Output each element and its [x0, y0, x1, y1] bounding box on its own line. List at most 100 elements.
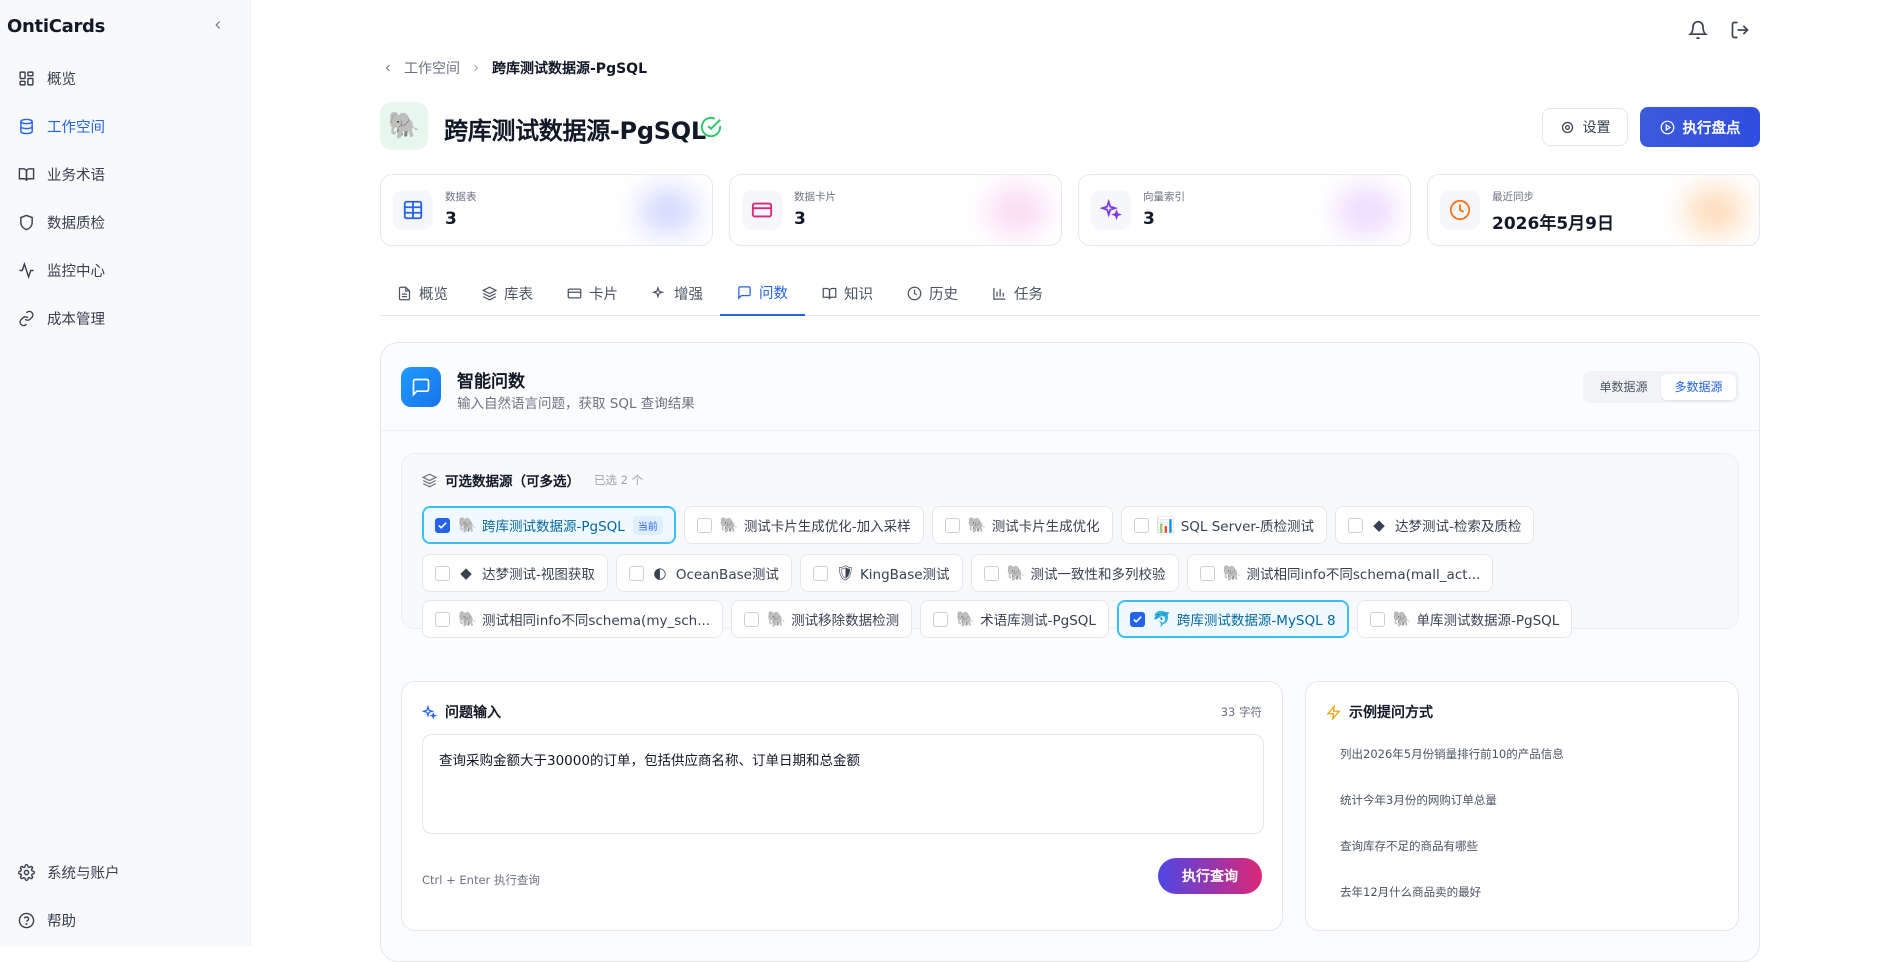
- stat-value: 3: [1143, 209, 1155, 229]
- page-title: 跨库测试数据源-PgSQL: [444, 117, 706, 145]
- sidebar-item-monitor[interactable]: 监控中心: [0, 252, 241, 288]
- sidebar-item-workspace[interactable]: 工作空间: [0, 108, 241, 144]
- checkbox[interactable]: [933, 611, 949, 627]
- selected-count: 已选 2 个: [594, 473, 644, 487]
- datasource-type-icon: 🐘: [1222, 564, 1242, 582]
- chat-icon: [737, 285, 752, 300]
- back-chevron-icon[interactable]: [382, 62, 394, 74]
- tab-enhance[interactable]: 增强: [635, 270, 720, 316]
- stat-card-tables: 数据表 3: [380, 174, 713, 246]
- sidebar-item-help[interactable]: 帮助: [0, 902, 241, 938]
- mode-multi-button[interactable]: 多数据源: [1661, 374, 1736, 400]
- datasource-type-icon: 🐘: [1392, 610, 1412, 628]
- tab-history[interactable]: 历史: [890, 270, 975, 316]
- stat-label: 向量索引: [1143, 191, 1185, 203]
- stat-card-cards: 数据卡片 3: [729, 174, 1062, 246]
- question-textarea[interactable]: 查询采购金额大于30000的订单，包括供应商名称、订单日期和总金额: [422, 734, 1264, 834]
- checkbox[interactable]: [696, 517, 712, 533]
- sidebar-nav: 概览 工作空间 业务术语 数据质检 监控中心 成本管理: [0, 60, 251, 348]
- card-icon: [742, 190, 782, 230]
- char-count: 33 字符: [1220, 705, 1262, 719]
- collapse-sidebar-button[interactable]: [211, 18, 225, 32]
- checkbox[interactable]: [744, 611, 760, 627]
- table-icon: [393, 190, 433, 230]
- datasource-chip[interactable]: 🐘 测试一致性和多列校验: [970, 554, 1179, 592]
- checkbox[interactable]: [944, 517, 960, 533]
- card-icon: [567, 286, 582, 301]
- examples-card: 示例提问方式 列出2026年5月份销量排行前10的产品信息 统计今年3月份的网购…: [1305, 681, 1739, 931]
- settings-button-label: 设置: [1582, 120, 1611, 136]
- datasource-chip[interactable]: 🐘 术语库测试-PgSQL: [920, 600, 1109, 638]
- datasource-label: 测试相同info不同schema(mall_act...: [1246, 567, 1481, 583]
- checkbox[interactable]: [1369, 611, 1385, 627]
- checkbox[interactable]: [983, 565, 999, 581]
- checkbox[interactable]: [628, 565, 644, 581]
- datasource-label: 测试卡片生成优化: [991, 519, 1100, 535]
- datasource-chip[interactable]: 📊 SQL Server-质检测试: [1120, 506, 1327, 544]
- checkbox[interactable]: [435, 611, 450, 627]
- checkbox[interactable]: [1133, 517, 1149, 533]
- brand-logo: OntiCards: [7, 16, 106, 37]
- sidebar-item-cost[interactable]: 成本管理: [0, 300, 241, 336]
- settings-button[interactable]: 设置: [1542, 108, 1628, 146]
- tab-cards[interactable]: 卡片: [550, 270, 635, 316]
- datasource-type-icon: 🐘: [767, 610, 786, 628]
- datasource-chip[interactable]: 🐘 测试卡片生成优化: [931, 506, 1113, 544]
- stats-row: 数据表 3 数据卡片 3 向量索引 3 最近同步 2026年5月9日: [380, 174, 1760, 246]
- mode-single-button[interactable]: 单数据源: [1586, 374, 1661, 400]
- sparkle-icon: [422, 704, 437, 720]
- datasource-chip[interactable]: ◆ 达梦测试-检索及质检: [1334, 506, 1535, 544]
- execute-query-button[interactable]: 执行查询: [1158, 858, 1262, 894]
- sidebar-item-label: 系统与账户: [47, 865, 120, 882]
- datasource-chip[interactable]: ◆ 达梦测试-视图获取: [422, 554, 608, 592]
- sidebar-item-quality[interactable]: 数据质检: [0, 204, 241, 240]
- datasource-label: 达梦测试-检索及质检: [1394, 519, 1522, 535]
- run-inventory-button[interactable]: 执行盘点: [1640, 107, 1760, 147]
- datasource-chip[interactable]: 🐘 测试相同info不同schema(my_sch...: [422, 600, 724, 638]
- datasource-chip[interactable]: 🐘 测试卡片生成优化-加入采样: [683, 506, 924, 544]
- datasource-chip[interactable]: 🐘 跨库测试数据源-PgSQL 当前: [422, 506, 676, 544]
- tab-overview[interactable]: 概览: [380, 270, 465, 316]
- checkbox-checked[interactable]: [435, 517, 450, 533]
- example-item[interactable]: 去年12月什么商品卖的最好: [1340, 884, 1564, 930]
- tab-tables[interactable]: 库表: [465, 270, 550, 316]
- logout-icon[interactable]: [1730, 20, 1750, 40]
- bar-chart-icon: [992, 286, 1007, 301]
- datasource-chip[interactable]: 🐬 跨库测试数据源-MySQL 8: [1116, 600, 1349, 638]
- sidebar: OntiCards 概览 工作空间 业务术语 数据质检 监控中心 成本管理 系统…: [0, 0, 251, 946]
- stat-value: 2026年5月9日: [1492, 214, 1614, 234]
- bell-icon[interactable]: [1688, 20, 1708, 40]
- activity-icon: [18, 261, 35, 279]
- chevron-right-icon: [470, 62, 482, 74]
- sidebar-bottom-nav: 系统与账户 帮助: [0, 854, 251, 950]
- gear-icon: [18, 863, 35, 881]
- sidebar-item-overview[interactable]: 概览: [0, 60, 241, 96]
- stat-value: 3: [794, 209, 806, 229]
- sparkle-icon: [1091, 190, 1131, 230]
- tab-tasks[interactable]: 任务: [975, 270, 1060, 316]
- datasource-chip[interactable]: 🛡 KingBase测试: [799, 554, 963, 592]
- example-item[interactable]: 查询库存不足的商品有哪些: [1340, 838, 1564, 884]
- datasource-label: 跨库测试数据源-PgSQL: [482, 519, 625, 535]
- panel-title: 智能问数: [457, 372, 525, 392]
- example-item[interactable]: 列出2026年5月份销量排行前10的产品信息: [1340, 746, 1564, 792]
- tab-knowledge[interactable]: 知识: [805, 270, 890, 316]
- datasource-chip[interactable]: 🐘 测试移除数据检测: [731, 600, 913, 638]
- checkbox[interactable]: [1199, 565, 1215, 581]
- example-item[interactable]: 统计今年3月份的网购订单总量: [1340, 792, 1564, 838]
- database-icon: [18, 118, 35, 135]
- book-icon: [822, 286, 837, 301]
- checkbox[interactable]: [435, 565, 450, 581]
- checkbox-checked[interactable]: [1129, 611, 1145, 627]
- datasource-label: 跨库测试数据源-MySQL 8: [1176, 613, 1336, 629]
- sidebar-item-glossary[interactable]: 业务术语: [0, 156, 241, 192]
- checkbox[interactable]: [812, 565, 828, 581]
- datasource-chip[interactable]: 🐘 测试相同info不同schema(mall_act...: [1186, 554, 1494, 592]
- datasource-chip[interactable]: 🐘 单库测试数据源-PgSQL: [1356, 600, 1573, 638]
- tab-ask[interactable]: 问数: [720, 270, 805, 316]
- breadcrumb-parent[interactable]: 工作空间: [404, 58, 460, 78]
- checkbox[interactable]: [1347, 517, 1363, 533]
- datasource-type-icon: ◆: [1373, 516, 1385, 534]
- sidebar-item-settings[interactable]: 系统与账户: [0, 854, 241, 890]
- datasource-chip[interactable]: ◐ OceanBase测试: [615, 554, 792, 592]
